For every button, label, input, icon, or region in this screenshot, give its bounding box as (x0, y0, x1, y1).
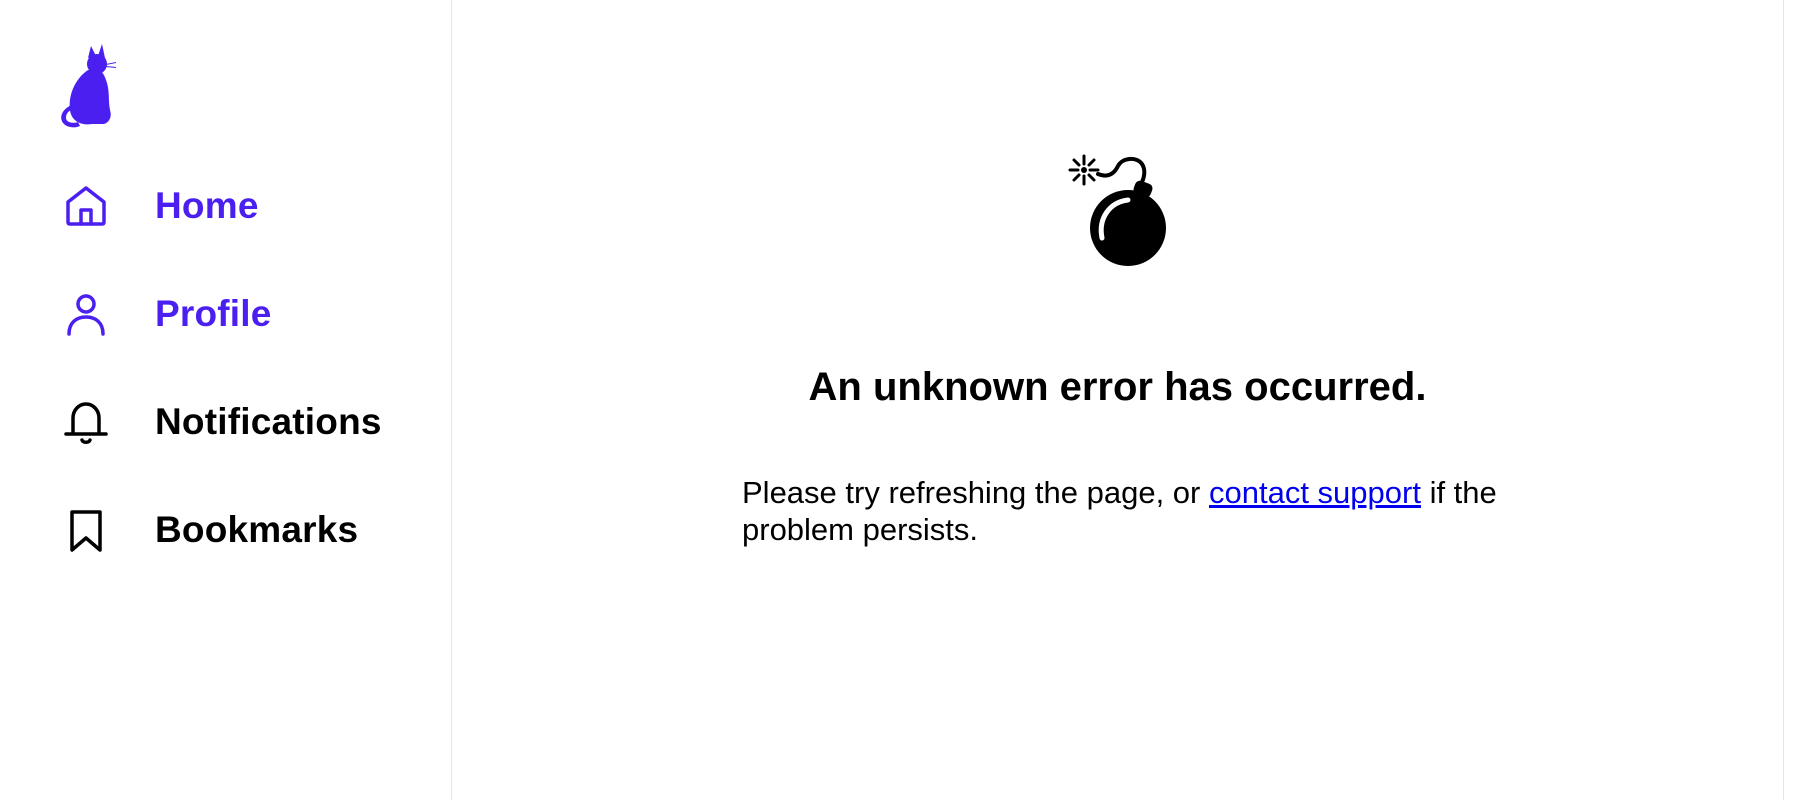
sidebar-item-label: Notifications (155, 401, 382, 442)
app-window: Home Profile Notifications Bookmarks An … (0, 0, 1820, 800)
sidebar: Home Profile Notifications Bookmarks (0, 0, 452, 800)
user-icon (60, 288, 112, 340)
sidebar-item-notifications[interactable]: Notifications (60, 395, 382, 449)
sidebar-item-home[interactable]: Home (60, 179, 259, 233)
content-divider (1783, 0, 1784, 800)
contact-support-link[interactable]: contact support (1209, 475, 1421, 510)
error-message-text: Please try refreshing the page, or (742, 475, 1209, 510)
bookmark-icon (60, 504, 112, 556)
home-icon (60, 180, 112, 232)
cat-logo-icon[interactable] (58, 44, 120, 130)
main-content: An unknown error has occurred. Please tr… (452, 0, 1783, 800)
sidebar-item-label: Bookmarks (155, 509, 359, 550)
error-message: Please try refreshing the page, or conta… (742, 474, 1502, 548)
sidebar-item-label: Home (155, 185, 259, 226)
sidebar-item-bookmarks[interactable]: Bookmarks (60, 503, 358, 557)
sidebar-item-label: Profile (155, 293, 272, 334)
bomb-icon (1066, 152, 1184, 270)
error-title: An unknown error has occurred. (808, 365, 1427, 409)
sidebar-item-profile[interactable]: Profile (60, 287, 272, 341)
bell-icon (60, 396, 112, 448)
